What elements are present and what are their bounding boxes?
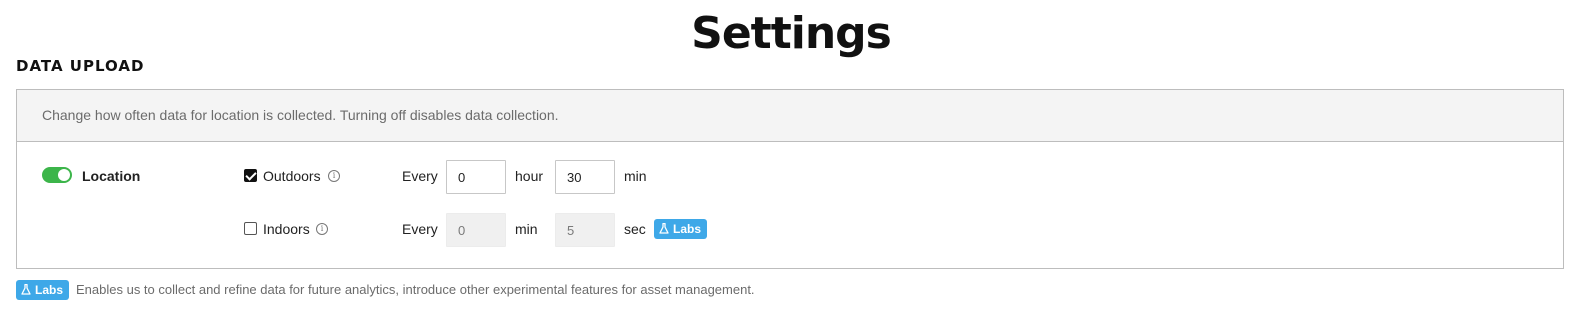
footer-labs-badge: Labs bbox=[16, 280, 70, 300]
labs-badge-label: Labs bbox=[673, 222, 702, 236]
outdoors-every-label: Every bbox=[402, 168, 438, 184]
indoors-labs-badge: Labs bbox=[654, 219, 708, 239]
location-label: Location bbox=[82, 168, 141, 184]
indoors-label: Indoors bbox=[263, 221, 310, 237]
labs-footnote: Enables us to collect and refine data fo… bbox=[76, 282, 755, 297]
indoors-min-unit: min bbox=[515, 221, 538, 237]
indoors-min-input[interactable] bbox=[446, 213, 506, 247]
toggle-knob bbox=[58, 169, 70, 181]
indoors-sec-unit: sec bbox=[624, 221, 646, 237]
outdoors-hour-input[interactable] bbox=[446, 160, 506, 194]
page-title: Settings bbox=[691, 8, 892, 59]
indoors-info-icon[interactable]: i bbox=[316, 223, 328, 235]
outdoors-checkbox[interactable] bbox=[244, 169, 257, 182]
indoors-sec-input[interactable] bbox=[555, 213, 615, 247]
data-upload-card: Change how often data for location is co… bbox=[16, 89, 1564, 269]
outdoors-info-icon[interactable]: i bbox=[328, 170, 340, 182]
outdoors-hour-unit: hour bbox=[515, 168, 544, 184]
outdoors-min-unit: min bbox=[624, 168, 647, 184]
outdoors-label: Outdoors bbox=[263, 168, 321, 184]
outdoors-min-input[interactable] bbox=[555, 160, 615, 194]
location-toggle[interactable] bbox=[42, 167, 72, 183]
indoors-checkbox[interactable] bbox=[244, 222, 257, 235]
card-description: Change how often data for location is co… bbox=[17, 90, 1563, 142]
labs-badge-label: Labs bbox=[35, 283, 64, 297]
section-title: DATA UPLOAD bbox=[16, 57, 145, 75]
flask-icon bbox=[659, 223, 669, 234]
flask-icon bbox=[21, 284, 31, 295]
indoors-every-label: Every bbox=[402, 221, 438, 237]
